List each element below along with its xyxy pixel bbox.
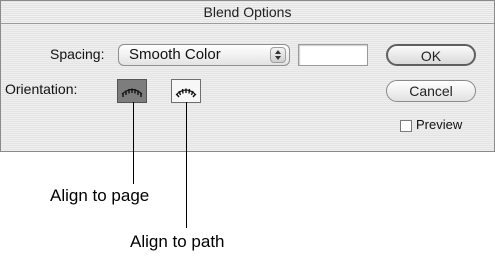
dialog-title: Blend Options (1, 1, 494, 24)
align-to-page-button[interactable] (117, 79, 147, 103)
select-arrows-icon (270, 47, 286, 63)
spacing-select[interactable]: Smooth Color (118, 44, 290, 66)
orientation-label: Orientation: (5, 81, 78, 97)
blend-options-dialog: Blend Options Spacing: Smooth Color OK C… (0, 0, 495, 152)
spacing-amount-field[interactable] (298, 44, 368, 66)
align-to-path-icon (175, 88, 197, 98)
align-path-callout: Align to path (130, 232, 225, 251)
align-to-page-icon (121, 88, 143, 97)
cancel-button[interactable]: Cancel (386, 80, 476, 102)
align-page-callout-line (133, 102, 134, 184)
align-path-callout-line (186, 102, 187, 228)
align-page-callout: Align to page (50, 186, 150, 205)
spacing-select-value: Smooth Color (129, 46, 221, 63)
spacing-label: Spacing: (50, 46, 105, 62)
ok-button[interactable]: OK (386, 44, 476, 66)
preview-checkbox[interactable] (400, 120, 412, 132)
align-to-path-button[interactable] (171, 79, 201, 103)
preview-label: Preview (416, 117, 463, 132)
